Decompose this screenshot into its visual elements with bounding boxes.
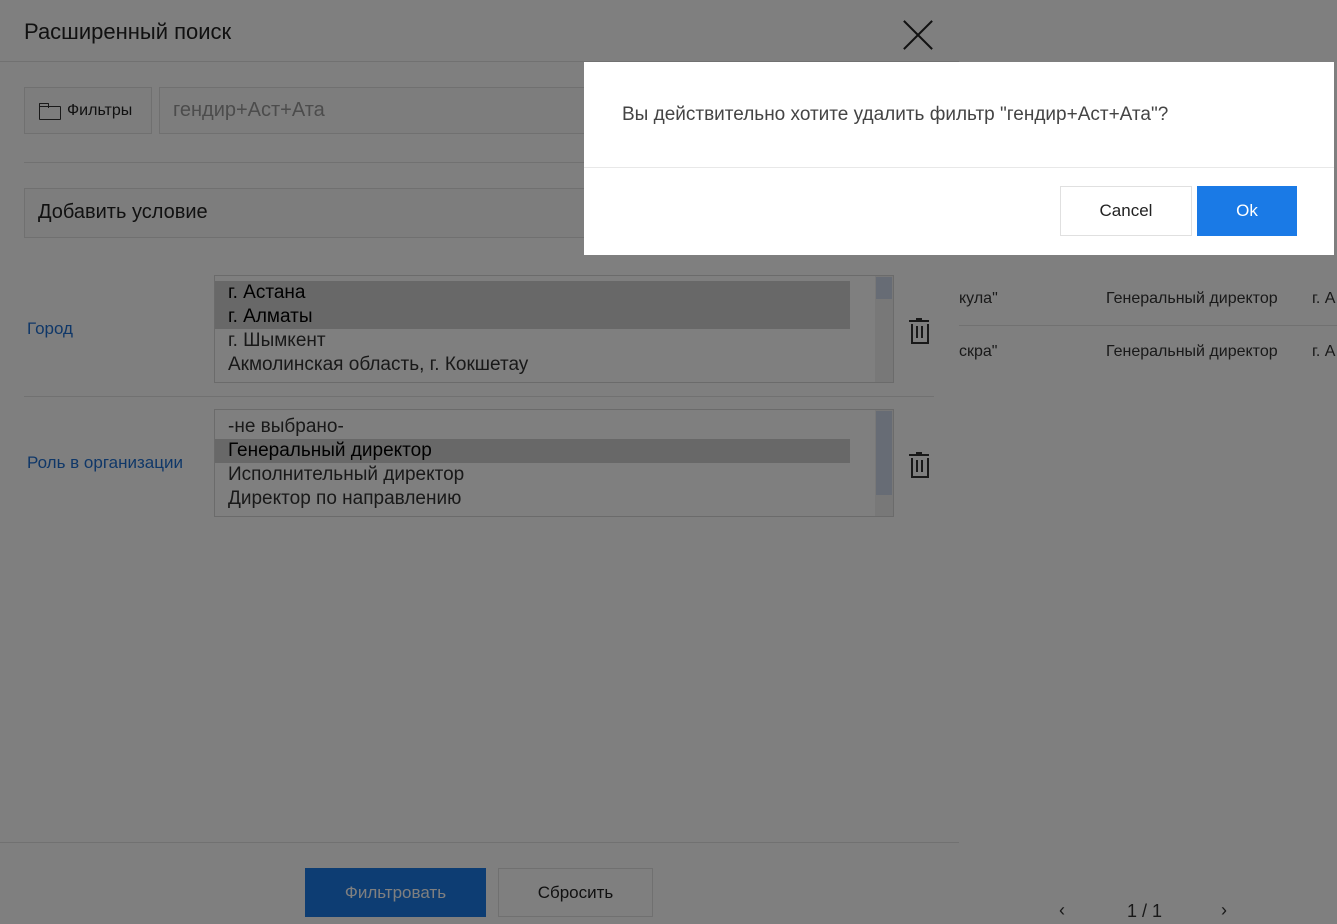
ok-button[interactable]: Ok (1197, 186, 1297, 236)
confirm-delete-dialog: Вы действительно хотите удалить фильтр "… (584, 62, 1334, 255)
cancel-button[interactable]: Cancel (1060, 186, 1192, 236)
dialog-message: Вы действительно хотите удалить фильтр "… (622, 104, 1169, 125)
divider (584, 167, 1334, 168)
